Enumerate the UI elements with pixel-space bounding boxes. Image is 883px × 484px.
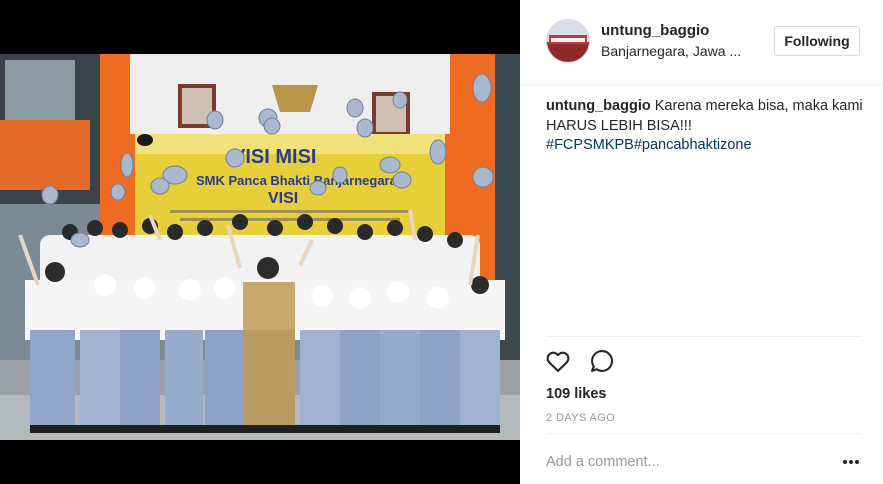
caption-hashtags[interactable]: #FCPSMKPB#pancabhaktizone xyxy=(546,137,752,153)
username-link[interactable]: untung_baggio xyxy=(601,22,709,39)
post-header: untung_baggio Banjarnegara, Jawa ... Fol… xyxy=(520,0,883,85)
post-side-panel: untung_baggio Banjarnegara, Jawa ... Fol… xyxy=(520,0,883,484)
avatar-image xyxy=(547,20,589,62)
comment-input[interactable] xyxy=(546,451,826,473)
avatar[interactable] xyxy=(546,19,590,63)
likes-count[interactable]: 109 likes xyxy=(546,386,606,402)
actions-divider xyxy=(546,336,862,337)
more-options-icon[interactable] xyxy=(842,454,864,470)
location-link[interactable]: Banjarnegara, Jawa ... xyxy=(601,43,751,59)
post-photo[interactable]: VISI MISI SMK Panca Bhakti Banjarnegara … xyxy=(0,0,520,484)
following-button[interactable]: Following xyxy=(774,26,860,56)
banner-title: VISI MISI xyxy=(232,146,316,168)
caption-username[interactable]: untung_baggio xyxy=(546,98,651,114)
banner-subtitle: SMK Panca Bhakti Banjarnegara xyxy=(196,173,398,188)
photo-students-throwing-caps: VISI MISI SMK Panca Bhakti Banjarnegara … xyxy=(0,0,520,484)
banner-visi: VISI xyxy=(268,190,298,207)
comment-divider xyxy=(546,433,862,434)
post-caption: untung_baggio Karena mereka bisa, maka k… xyxy=(546,97,866,156)
comment-icon[interactable] xyxy=(588,347,616,375)
post-timestamp[interactable]: 2 DAYS AGO xyxy=(546,412,615,424)
heart-icon[interactable] xyxy=(544,347,572,375)
